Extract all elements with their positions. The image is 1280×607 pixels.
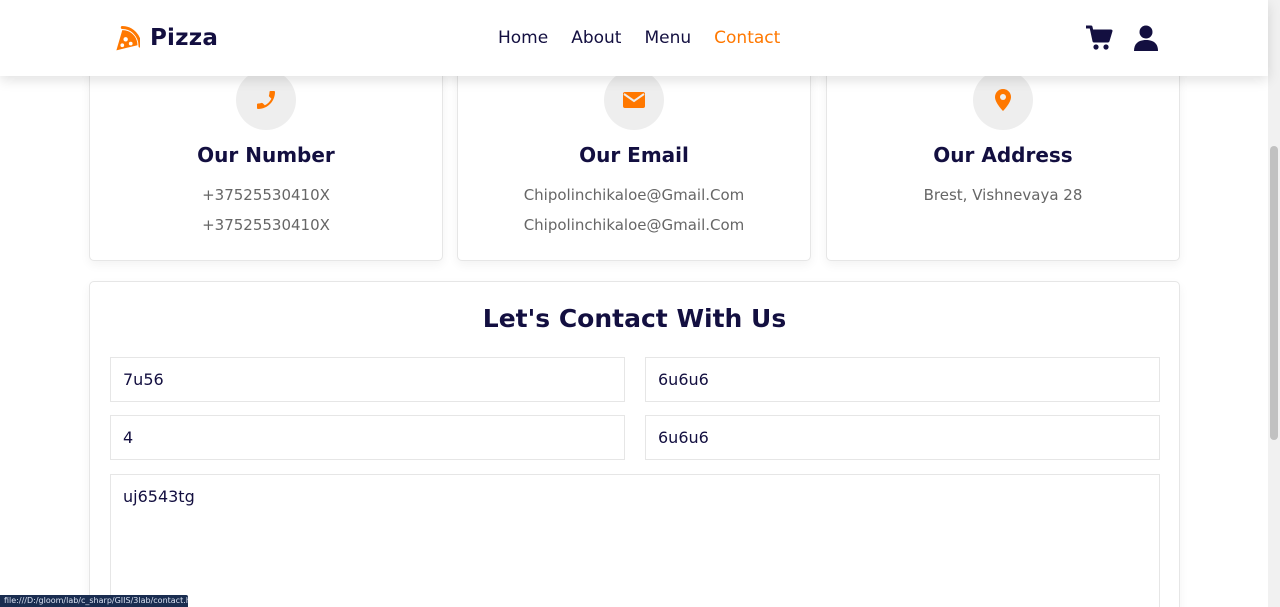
nav-home[interactable]: Home xyxy=(498,26,548,50)
message-textarea[interactable]: uj6543tg xyxy=(110,474,1160,607)
logo-text: Pizza xyxy=(150,25,219,51)
info-box-email: Our Email Chipolinchikaloe@Gmail.Com Chi… xyxy=(457,46,811,261)
nav-menu[interactable]: Menu xyxy=(644,26,691,50)
info-title: Our Address xyxy=(933,143,1073,167)
cart-icon[interactable] xyxy=(1085,24,1113,52)
phone-icon xyxy=(236,70,296,130)
info-title: Our Number xyxy=(197,143,335,167)
nav-about[interactable]: About xyxy=(571,26,621,50)
form-input-4[interactable] xyxy=(645,415,1160,460)
map-marker-icon xyxy=(973,70,1033,130)
email-address: Chipolinchikaloe@Gmail.Com xyxy=(523,186,745,204)
main-nav: Home About Menu Contact xyxy=(498,26,803,50)
user-icon[interactable] xyxy=(1132,24,1160,52)
pizza-slice-icon xyxy=(113,25,140,52)
header-icons xyxy=(1085,24,1160,52)
logo-link[interactable]: Pizza xyxy=(113,22,218,54)
site-header: Pizza Home About Menu Contact xyxy=(0,0,1268,76)
info-box-address: Our Address Brest, Vishnevaya 28 xyxy=(826,46,1180,261)
email-address: Chipolinchikaloe@Gmail.Com xyxy=(523,216,745,234)
status-url: file:///D:/gloom/lab/c_sharp/GIIS/3lab/c… xyxy=(0,595,188,607)
info-title: Our Email xyxy=(579,143,689,167)
page-scrollbar[interactable] xyxy=(1268,0,1280,607)
phone-number: +37525530410X xyxy=(202,186,330,204)
info-box-number: Our Number +37525530410X +37525530410X xyxy=(89,46,443,261)
form-input-3[interactable] xyxy=(110,415,625,460)
form-title: Let's Contact With Us xyxy=(482,304,787,333)
address-text: Brest, Vishnevaya 28 xyxy=(923,186,1083,204)
form-input-2[interactable] xyxy=(645,357,1160,402)
scrollbar-thumb[interactable] xyxy=(1270,146,1278,440)
envelope-icon xyxy=(604,70,664,130)
nav-contact[interactable]: Contact xyxy=(714,26,780,50)
phone-number: +37525530410X xyxy=(202,216,330,234)
contact-form: Let's Contact With Us uj6543tg xyxy=(89,281,1180,607)
form-input-1[interactable] xyxy=(110,357,625,402)
